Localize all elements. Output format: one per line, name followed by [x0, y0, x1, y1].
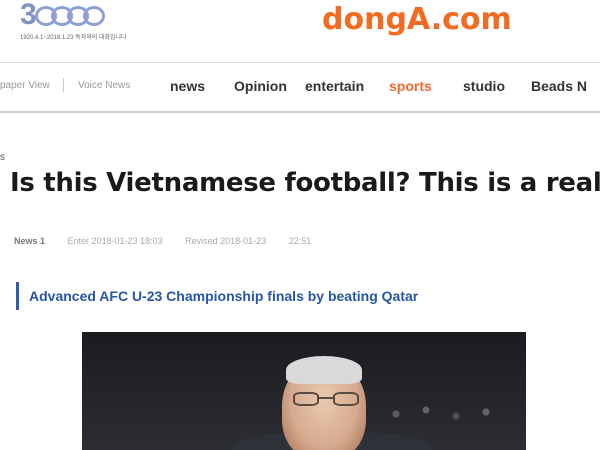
site-logo[interactable]: dongA.com — [322, 2, 512, 37]
article-revised-time: 22:51 — [288, 236, 312, 246]
nav-item-entertain[interactable]: entertain — [305, 78, 364, 94]
nav-paper-view-link[interactable]: paper View — [0, 80, 50, 91]
nav-item-opinion[interactable]: Opinion — [234, 78, 287, 94]
rings-icon — [35, 0, 106, 30]
anniversary-number: 3 — [20, 0, 37, 31]
nav-item-news[interactable]: news — [170, 78, 205, 94]
article-subheadline: Advanced AFC U-23 Championship finals by… — [16, 282, 418, 310]
nav-divider — [63, 78, 64, 92]
nav-voice-news-link[interactable]: Voice News — [78, 80, 130, 91]
section-marker: s — [0, 152, 5, 163]
main-navigation: paper View Voice News news Opinion enter… — [0, 62, 600, 113]
article-headline: Is this Vietnamese football? This is a r… — [10, 168, 600, 198]
article-revised-date: Revised 2018-01-23 — [185, 236, 267, 246]
article-author: News 1 — [14, 236, 46, 246]
nav-item-beads[interactable]: Beads N — [531, 78, 587, 94]
article-entered-date: Enter 2018-01-23 18:03 — [67, 236, 163, 246]
nav-item-studio[interactable]: studio — [463, 78, 505, 94]
site-header: 3 1920.4.1~2018.1.23 독자와의 대화입니다 dongA.co… — [0, 0, 600, 62]
anniversary-tagline: 1920.4.1~2018.1.23 독자와의 대화입니다 — [20, 35, 127, 41]
article-photo — [82, 332, 526, 450]
anniversary-emblem[interactable]: 3 1920.4.1~2018.1.23 독자와의 대화입니다 — [20, 0, 127, 41]
article-meta: News 1 Enter 2018-01-23 18:03 Revised 20… — [14, 236, 331, 246]
nav-item-sports[interactable]: sports — [389, 78, 432, 94]
